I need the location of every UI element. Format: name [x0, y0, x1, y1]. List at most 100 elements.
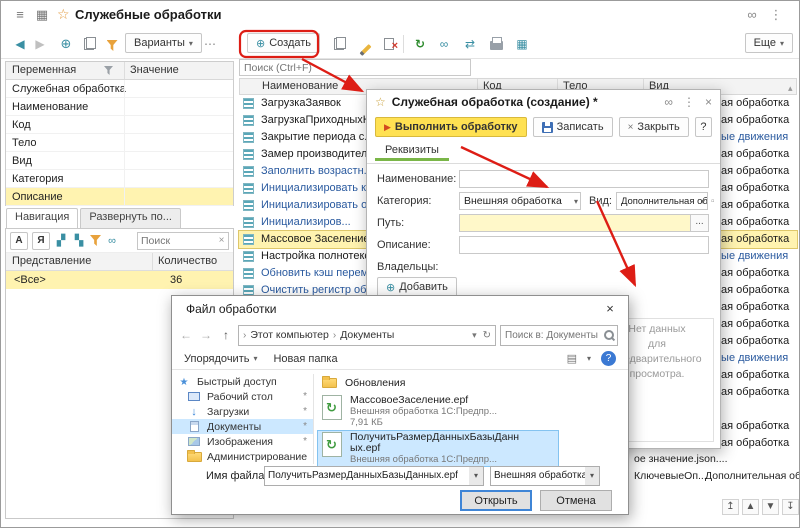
organize-menu[interactable]: Упорядочить▾	[184, 353, 257, 365]
tab-requisites[interactable]: Реквизиты	[375, 140, 449, 161]
variable-row[interactable]: Код	[6, 116, 233, 134]
browse-button[interactable]: ...	[691, 214, 709, 232]
tree-item[interactable]: Быстрый доступ *	[172, 374, 313, 389]
file-search-input[interactable]	[503, 330, 603, 341]
swap-icon[interactable]: ⇄	[461, 35, 479, 53]
get-link-icon[interactable]: ∞	[664, 95, 673, 109]
tab-navigation[interactable]: Навигация	[6, 208, 78, 228]
delete-icon[interactable]	[380, 37, 398, 55]
open-button[interactable]: Открыть	[460, 490, 532, 511]
refresh-icon[interactable]: ↻	[483, 330, 491, 341]
forward-icon[interactable]: →	[198, 328, 214, 342]
file-item[interactable]: ПолучитьРазмерДанныхБазыДанных.epf Внешн…	[318, 431, 558, 466]
navigation-search-input[interactable]	[138, 235, 215, 247]
scroll-up-icon[interactable]: ▴	[788, 83, 793, 94]
variable-row[interactable]: Категория	[6, 170, 233, 188]
filename-combo[interactable]: ПолучитьРазмерДанныхБазыДанных.epf▾	[264, 466, 484, 486]
expand-tree-icon[interactable]: ▞	[54, 234, 68, 247]
favorite-star-icon[interactable]: ☆	[375, 95, 386, 109]
add-icon[interactable]: ⊕	[57, 35, 75, 53]
sort-desc-button[interactable]: Я	[32, 232, 50, 250]
tree-item[interactable]: Рабочий стол *	[172, 389, 313, 404]
go-bottom-button[interactable]: ↧	[782, 499, 799, 515]
filetype-combo[interactable]: Внешняя обработка(*.epf)▾	[490, 466, 600, 486]
close-icon[interactable]: ×	[705, 95, 712, 109]
new-folder-button[interactable]: Новая папка	[273, 353, 337, 365]
filter-icon[interactable]	[104, 66, 113, 75]
variable-row[interactable]: Служебная обработка	[6, 80, 233, 98]
back-icon[interactable]: ←	[178, 328, 194, 342]
more-icon[interactable]: ⋮	[683, 95, 695, 109]
sort-asc-button[interactable]: А	[10, 232, 28, 250]
breadcrumb-root[interactable]: Этот компьютер	[250, 329, 329, 341]
cancel-button[interactable]: Отмена	[540, 490, 612, 511]
variants-button[interactable]: Варианты▾	[125, 33, 202, 53]
variable-row[interactable]: Наименование	[6, 98, 233, 116]
tab-expand-by[interactable]: Развернуть по...	[80, 208, 181, 228]
open-kind-icon[interactable]: ▫	[711, 196, 715, 207]
preview-line: для	[648, 337, 666, 352]
filter-icon[interactable]	[90, 235, 101, 246]
favorite-star-icon[interactable]: ☆	[57, 6, 70, 23]
collapse-tree-icon[interactable]: ▚	[72, 234, 86, 247]
clear-search-icon[interactable]: ×	[215, 235, 228, 246]
window-menu-icon[interactable]: ⋮	[767, 6, 785, 24]
navigation-row[interactable]: <Все> 36	[6, 271, 233, 289]
name-input[interactable]	[459, 170, 709, 188]
related-grid-icon[interactable]: ▦	[513, 35, 531, 53]
tree-item[interactable]: Изображения *	[172, 434, 313, 449]
views-icon[interactable]: ▤	[567, 352, 577, 365]
kind-select[interactable]: Дополнительная обработка▾	[616, 192, 708, 210]
up-icon[interactable]: ↑	[218, 328, 234, 342]
variable-row[interactable]: Тело	[6, 134, 233, 152]
go-top-button[interactable]: ↥	[722, 499, 739, 515]
column-header-variable[interactable]: Переменная	[12, 64, 76, 76]
column-header-name[interactable]: Наименование	[262, 80, 338, 92]
chevron-down-icon[interactable]: ▾	[472, 330, 477, 341]
main-menu-icon[interactable]: ≡	[11, 6, 29, 24]
link-icon[interactable]: ∞	[435, 35, 453, 53]
refresh-icon[interactable]: ↻	[411, 35, 429, 53]
tree-item[interactable]: Документы *	[172, 419, 313, 434]
file-item[interactable]: Обновления	[318, 374, 558, 392]
file-item[interactable]: МассовоеЗаселение.epf Внешняя обработка …	[318, 394, 558, 429]
copy-icon[interactable]	[81, 37, 99, 55]
breadcrumb[interactable]: › Этот компьютер › Документы ▾↻	[238, 325, 496, 346]
list-search-input[interactable]	[239, 59, 471, 76]
go-up-button[interactable]: ▲	[742, 499, 759, 515]
tree-item[interactable]: Загрузки *	[172, 404, 313, 419]
get-link-icon[interactable]: ∞	[743, 6, 761, 24]
variable-row[interactable]: Описание	[6, 188, 233, 206]
copy-item-icon[interactable]	[331, 37, 349, 55]
forward-icon[interactable]: ▶	[31, 35, 49, 53]
filter-icon[interactable]	[103, 38, 121, 56]
column-header-value[interactable]: Значение	[130, 64, 179, 76]
name-field-row: Наименование:	[377, 170, 709, 188]
link-icon[interactable]: ∞	[105, 235, 119, 247]
column-header-presentation[interactable]: Представление	[12, 255, 91, 267]
back-icon[interactable]: ◀	[11, 35, 29, 53]
more-icon[interactable]: ⋯	[201, 35, 219, 53]
add-owner-button[interactable]: ⊕Добавить	[377, 277, 457, 297]
more-button[interactable]: Еще▾	[745, 33, 793, 53]
close-icon[interactable]: ×	[592, 296, 628, 322]
save-button[interactable]: Записать	[533, 117, 613, 137]
category-select[interactable]: Внешняя обработка▾	[459, 192, 581, 210]
filename-label: Имя файла:	[206, 470, 267, 482]
close-button[interactable]: ×Закрыть	[619, 117, 689, 137]
help-button[interactable]: ?	[695, 117, 712, 137]
path-input[interactable]	[459, 214, 691, 232]
help-icon[interactable]: ?	[601, 351, 616, 366]
print-icon[interactable]	[487, 37, 505, 55]
go-down-button[interactable]: ▼	[762, 499, 779, 515]
edit-icon[interactable]	[356, 39, 374, 57]
create-button[interactable]: ⊕Создать	[247, 33, 320, 53]
column-header-count[interactable]: Количество	[158, 255, 217, 267]
dialog-footer: Открыть Отмена	[172, 490, 628, 514]
description-input[interactable]	[459, 236, 709, 254]
run-processing-button[interactable]: ▶Выполнить обработку	[375, 117, 527, 137]
desktop-panel-icon[interactable]: ▦	[33, 6, 51, 24]
breadcrumb-folder[interactable]: Документы	[340, 329, 394, 341]
variable-row[interactable]: Вид	[6, 152, 233, 170]
tree-item[interactable]: Администрирование *	[172, 449, 313, 464]
